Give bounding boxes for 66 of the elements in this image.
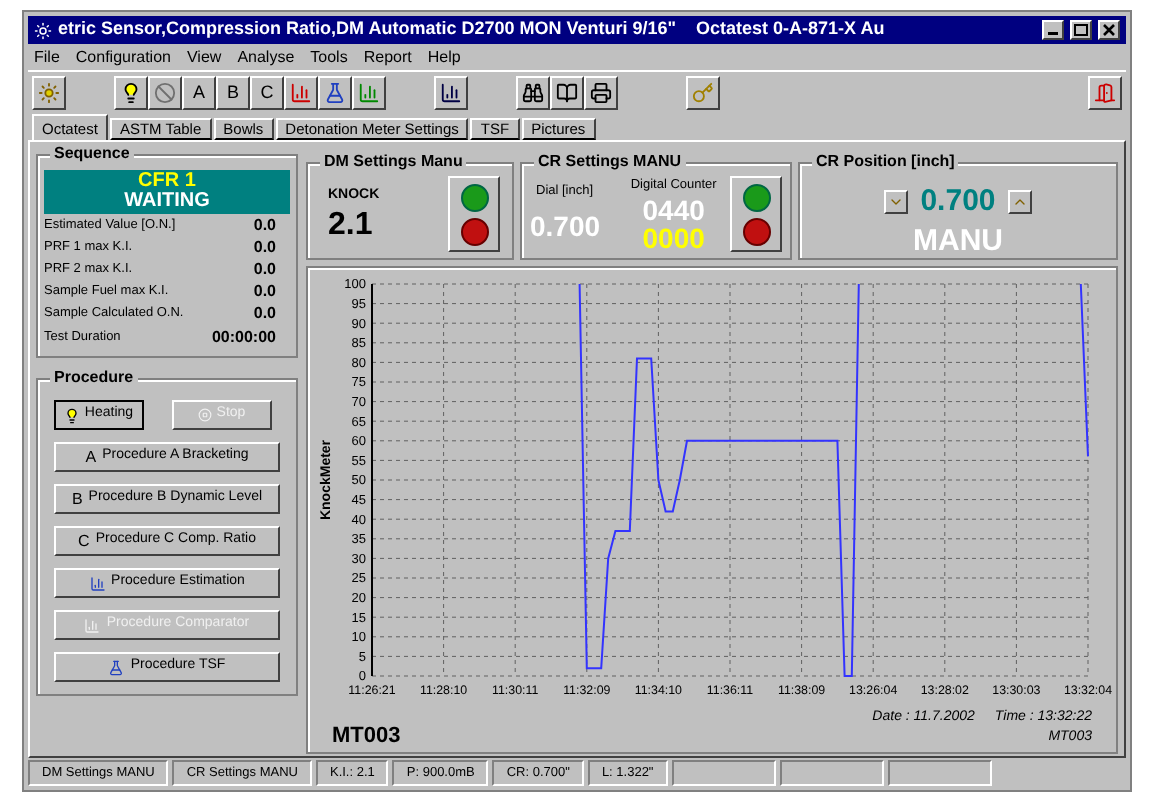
letter-tool[interactable]: A xyxy=(182,76,216,110)
signal-light-icon xyxy=(741,217,772,246)
flask-icon xyxy=(108,659,125,675)
lower-button[interactable] xyxy=(884,190,909,215)
bars-icon[interactable] xyxy=(434,76,468,110)
stop-icon xyxy=(198,408,213,422)
menu-item[interactable]: Report xyxy=(363,45,412,69)
lightbulb-icon xyxy=(64,407,81,423)
group-title: CR Position [inch] xyxy=(812,150,959,174)
menu-item[interactable]: Analyse xyxy=(237,45,295,69)
app-icon xyxy=(34,21,52,39)
duration-value: 00:00:00 xyxy=(211,325,276,349)
status-field xyxy=(887,760,992,786)
key-icon[interactable] xyxy=(686,76,720,110)
close-button[interactable] xyxy=(1098,20,1120,40)
printer-icon[interactable] xyxy=(584,76,618,110)
status-field xyxy=(779,760,884,786)
binoculars-icon[interactable] xyxy=(516,76,550,110)
chart-icon[interactable] xyxy=(352,76,386,110)
letter-label: B xyxy=(71,487,83,511)
group-title: CR Settings MANU xyxy=(534,150,686,174)
letter-label: C xyxy=(78,529,90,553)
letter-tool[interactable]: C xyxy=(250,76,284,110)
signal-light-icon xyxy=(741,183,772,212)
group-title: DM Settings Manu xyxy=(320,150,467,174)
maximize-icon xyxy=(1074,24,1088,36)
menu-item[interactable]: File xyxy=(34,45,60,69)
engine-label: CFR 1 xyxy=(138,172,196,192)
lightbulb-icon[interactable] xyxy=(114,76,148,110)
row-value: 0.0 xyxy=(253,257,276,281)
signal-light-icon xyxy=(459,183,489,212)
maximize-button[interactable] xyxy=(1070,20,1092,40)
lights-button[interactable] xyxy=(448,176,500,253)
counter-value: 0000 xyxy=(642,224,705,253)
book-icon[interactable] xyxy=(550,76,584,110)
chart-icon xyxy=(89,575,106,591)
dial-value: 0.700 xyxy=(530,207,603,246)
row-value: 0.0 xyxy=(253,213,276,237)
window-title: etric Sensor,Compression Ratio,DM Automatic D2700 MON Venturi 9/16" Octatest 0-A-871-X Au xyxy=(58,16,887,43)
exit-door-icon[interactable] xyxy=(1088,76,1122,110)
letter-label: A xyxy=(85,445,97,469)
raise-button[interactable] xyxy=(1007,190,1032,215)
menu-item[interactable]: Tools xyxy=(310,45,348,69)
menu-item[interactable]: Help xyxy=(427,45,461,69)
counter-value: 0440 xyxy=(642,196,705,225)
row-value: 0.0 xyxy=(253,235,276,259)
lights-button[interactable] xyxy=(730,176,782,253)
status-label: WAITING xyxy=(124,192,210,212)
chart-icon[interactable] xyxy=(284,76,318,110)
letter-tool[interactable]: B xyxy=(216,76,250,110)
group-title: Sequence xyxy=(50,142,134,166)
knock-value: 2.1 xyxy=(328,207,375,243)
mode-label: MANU xyxy=(913,225,1003,257)
menu-item[interactable]: View xyxy=(186,45,222,69)
status-field xyxy=(671,760,776,786)
engine-id: MT003 xyxy=(332,721,401,751)
menu-item[interactable]: Configuration xyxy=(75,45,171,69)
no-entry-icon[interactable] xyxy=(148,76,182,110)
minimize-button[interactable] xyxy=(1042,20,1064,40)
flask-icon[interactable] xyxy=(318,76,352,110)
chart-icon xyxy=(84,617,101,633)
close-icon xyxy=(1102,24,1116,36)
row-value: 0.0 xyxy=(253,301,276,325)
row-value: 0.0 xyxy=(253,279,276,303)
position-value: 0.700 xyxy=(920,182,996,222)
signal-light-icon xyxy=(459,217,489,246)
